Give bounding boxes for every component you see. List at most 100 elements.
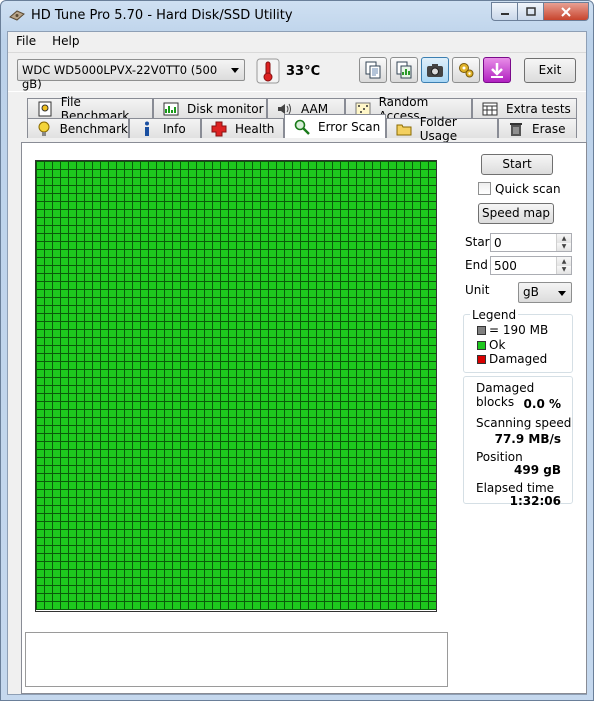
file-benchmark-icon xyxy=(38,101,52,116)
start-input-value: 0 xyxy=(494,236,502,250)
spin-down-icon[interactable]: ▼ xyxy=(557,265,571,274)
exit-button[interactable]: Exit xyxy=(524,58,576,83)
scanning-speed-label: Scanning speed xyxy=(476,416,572,430)
spin-up-icon[interactable]: ▲ xyxy=(557,257,571,266)
end-input-value: 500 xyxy=(494,259,517,273)
start-spinner[interactable]: ▲ ▼ xyxy=(556,234,571,251)
spin-down-icon[interactable]: ▼ xyxy=(557,242,571,251)
window-title: HD Tune Pro 5.70 - Hard Disk/SSD Utility xyxy=(31,8,293,23)
start-input[interactable]: 0 ▲ ▼ xyxy=(490,233,572,252)
tab-erase-label: Erase xyxy=(532,121,566,136)
error-scan-panel: Start Quick scan Speed map Start 0 ▲ ▼ En… xyxy=(21,142,587,694)
health-cross-icon xyxy=(211,121,227,136)
legend-item-label: Ok xyxy=(489,338,506,352)
screenshot-button[interactable] xyxy=(421,57,449,83)
magnifier-icon xyxy=(294,119,310,135)
minimize-icon xyxy=(500,12,509,15)
menu-help-label: Help xyxy=(52,34,80,48)
extra-tests-icon xyxy=(482,102,498,115)
start-scan-label: Start xyxy=(502,157,532,171)
copy-all-button[interactable] xyxy=(390,57,418,83)
tab-error-scan-label: Error Scan xyxy=(318,119,381,134)
tab-benchmark-label: Benchmark xyxy=(59,121,128,136)
tab-error-scan[interactable]: Error Scan xyxy=(284,114,386,138)
trash-icon xyxy=(510,122,522,136)
close-icon xyxy=(561,6,571,17)
minimize-button[interactable] xyxy=(491,2,517,21)
copy-document-icon xyxy=(365,61,381,79)
client-area: File Help WDC WD5000LPVX-22V0TT0 (500 gB… xyxy=(7,31,587,695)
copy-chart-icon xyxy=(396,61,412,79)
tab-erase[interactable]: Erase xyxy=(498,118,577,138)
save-button[interactable] xyxy=(483,57,511,83)
tab-health[interactable]: Health xyxy=(201,118,284,138)
camera-icon xyxy=(427,64,443,77)
legend-swatch-gray xyxy=(477,325,486,335)
tab-benchmark[interactable]: Benchmark xyxy=(27,118,129,138)
scanning-speed-value: 77.9 MB/s xyxy=(494,432,561,446)
position-label: Position xyxy=(476,450,523,464)
quick-scan-label: Quick scan xyxy=(495,182,561,196)
spin-up-icon[interactable]: ▲ xyxy=(557,234,571,243)
temperature-unit: °C xyxy=(304,64,321,79)
options-button[interactable] xyxy=(452,57,480,83)
start-scan-button[interactable]: Start xyxy=(481,154,553,175)
disk-monitor-icon xyxy=(163,102,179,115)
settings-gears-icon xyxy=(459,63,474,78)
quick-scan-checkbox[interactable] xyxy=(478,182,491,195)
exit-button-label: Exit xyxy=(538,63,562,77)
tab-folder-usage[interactable]: Folder Usage xyxy=(386,115,498,143)
end-spinner[interactable]: ▲ ▼ xyxy=(556,257,571,274)
app-disk-icon xyxy=(9,10,25,21)
elapsed-time-label: Elapsed time xyxy=(476,481,555,495)
chevron-down-icon xyxy=(558,291,566,296)
tab-file-benchmark[interactable]: File Benchmark xyxy=(27,95,153,123)
temperature-readout: 33°C xyxy=(286,64,320,79)
copy-text-button[interactable] xyxy=(359,57,387,83)
info-icon xyxy=(145,121,149,136)
end-input[interactable]: 500 ▲ ▼ xyxy=(490,256,572,275)
scan-log-box[interactable] xyxy=(25,632,448,687)
legend-swatch-green xyxy=(477,340,486,350)
legend-box: Legend = 190 MB Ok Damaged xyxy=(463,308,573,373)
unit-select[interactable]: gB xyxy=(518,282,572,303)
unit-select-value: gB xyxy=(523,285,539,299)
scan-block-map xyxy=(35,160,437,612)
tab-disk-monitor[interactable]: Disk monitor xyxy=(153,98,267,118)
tab-disk-monitor-label: Disk monitor xyxy=(187,101,264,116)
drive-select[interactable]: WDC WD5000LPVX-22V0TT0 (500 gB) xyxy=(17,59,245,91)
menu-bar: File Help xyxy=(8,32,586,52)
close-button[interactable] xyxy=(543,2,589,21)
speed-map-label: Speed map xyxy=(481,206,551,220)
position-value: 499 gB xyxy=(514,463,561,477)
thermometer-icon xyxy=(256,58,280,84)
menu-file[interactable]: File xyxy=(8,32,44,52)
legend-item-damaged: Damaged xyxy=(477,352,547,366)
title-bar[interactable]: HD Tune Pro 5.70 - Hard Disk/SSD Utility xyxy=(1,1,593,31)
maximize-button[interactable] xyxy=(517,2,543,21)
maximize-icon xyxy=(525,7,536,16)
menu-file-label: File xyxy=(16,34,37,48)
app-window: HD Tune Pro 5.70 - Hard Disk/SSD Utility… xyxy=(0,0,594,701)
tab-info-label: Info xyxy=(163,121,186,136)
end-field-label: End xyxy=(465,258,488,272)
legend-item-label: Damaged xyxy=(489,352,548,366)
chevron-down-icon xyxy=(231,68,239,73)
speed-map-button[interactable]: Speed map xyxy=(478,203,554,224)
elapsed-time-value: 1:32:06 xyxy=(509,494,561,508)
download-arrow-icon xyxy=(491,63,503,78)
folder-icon xyxy=(396,124,412,135)
lightbulb-icon xyxy=(38,121,50,136)
menu-help[interactable]: Help xyxy=(44,32,87,52)
legend-swatch-red xyxy=(477,354,486,364)
tab-folder-usage-label: Folder Usage xyxy=(419,114,458,143)
legend-item-ok: Ok xyxy=(477,338,505,352)
damaged-blocks-value: 0.0 % xyxy=(523,397,561,411)
legend-title: Legend xyxy=(470,308,519,322)
tab-info[interactable]: Info xyxy=(129,118,201,138)
temperature-value: 33 xyxy=(286,64,305,79)
tab-extra-tests-label: Extra tests xyxy=(506,101,571,116)
legend-item-label: = 190 MB xyxy=(489,323,549,337)
drive-select-value: WDC WD5000LPVX-22V0TT0 (500 gB) xyxy=(22,63,218,91)
tab-strip: File Benchmark Disk monitor AAM Random A… xyxy=(8,94,586,144)
